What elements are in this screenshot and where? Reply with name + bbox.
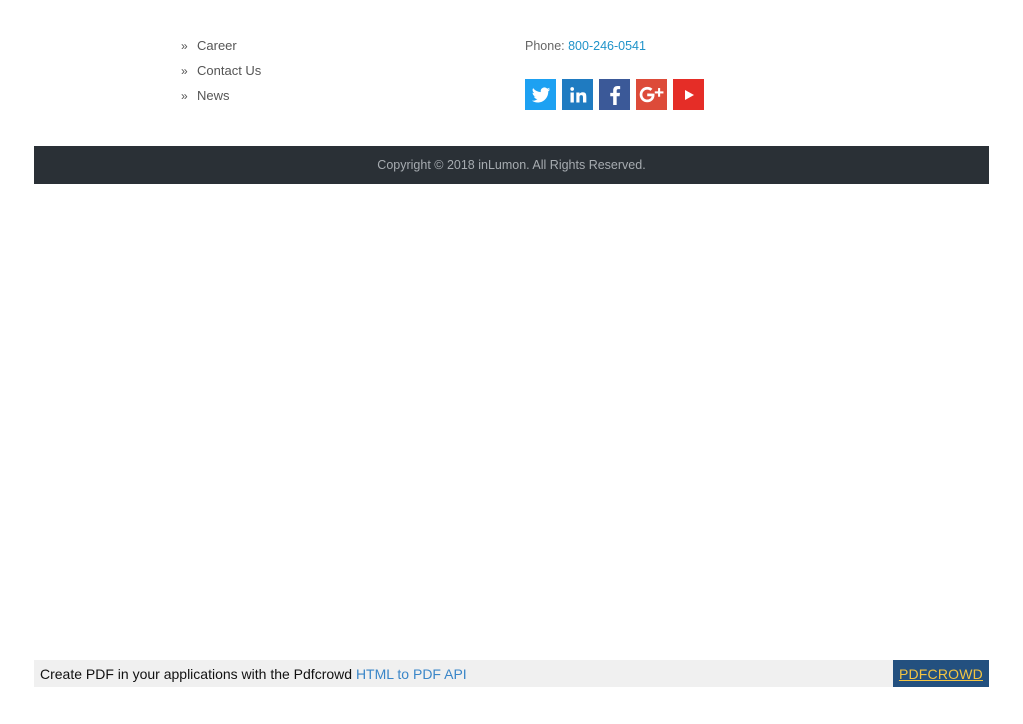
linkedin-icon [569,86,586,102]
pdfcrowd-brand-button[interactable]: PDFCROWD [892,660,989,687]
youtube-icon [684,89,694,100]
bullet-icon: » [181,88,188,103]
social-links [525,79,704,110]
twitter-button[interactable] [525,79,556,110]
google-plus-icon [639,86,663,102]
pdfcrowd-text: Create PDF in your applications with the… [40,665,356,682]
pdfcrowd-message: Create PDF in your applications with the… [34,666,467,682]
html-to-pdf-api-link[interactable]: HTML to PDF API [356,666,467,682]
footer-link-news: » News [181,83,261,108]
phone-label: Phone: [525,39,569,53]
career-link[interactable]: Career [197,38,237,53]
youtube-button[interactable] [673,79,704,110]
bullet-icon: » [181,63,188,78]
news-link[interactable]: News [197,88,230,103]
copyright-text: Copyright © 2018 inLumon. All Rights Res… [377,158,646,172]
google-plus-button[interactable] [636,79,667,110]
facebook-button[interactable] [599,79,630,110]
twitter-icon [531,86,550,102]
phone-link[interactable]: 800-246-0541 [568,39,646,53]
contact-us-link[interactable]: Contact Us [197,63,261,78]
facebook-icon [609,85,620,105]
contact-phone: Phone: 800-246-0541 [525,39,646,53]
footer-link-career: » Career [181,33,261,58]
footer-links: » Career » Contact Us » News [181,33,261,108]
bullet-icon: » [181,38,188,53]
linkedin-button[interactable] [562,79,593,110]
copyright-bar: Copyright © 2018 inLumon. All Rights Res… [34,146,989,184]
footer-link-contact: » Contact Us [181,58,261,83]
page: » Career » Contact Us » News Phone: 800-… [0,0,1023,724]
pdfcrowd-bar: Create PDF in your applications with the… [34,660,989,687]
